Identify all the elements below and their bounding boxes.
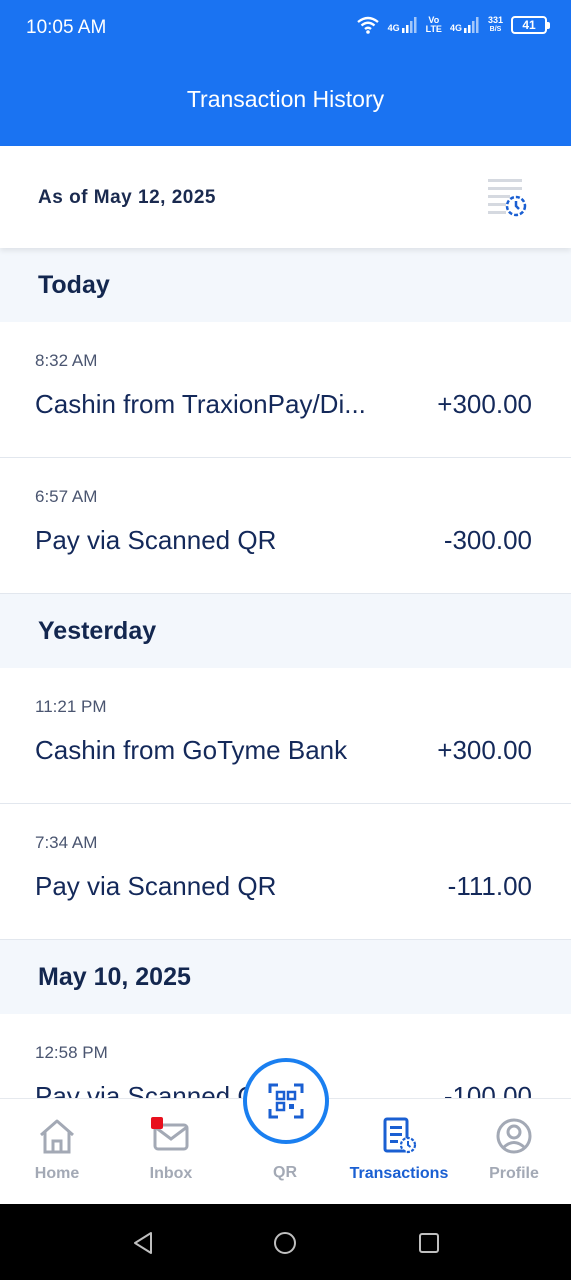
notification-badge <box>151 1117 163 1129</box>
status-icons: 4G Vo LTE 4G 331 B/S 41 <box>356 15 550 35</box>
transaction-amount: -300.00 <box>443 525 532 555</box>
volte-indicator: Vo LTE <box>426 16 442 34</box>
transaction-row[interactable]: 8:32 AM Cashin from TraxionPay/Di... +30… <box>0 322 571 458</box>
transaction-row[interactable]: 11:21 PM Cashin from GoTyme Bank +300.00 <box>0 668 571 804</box>
signal-2: 4G <box>450 17 480 33</box>
section-header: Yesterday <box>0 594 571 668</box>
transaction-row[interactable]: 7:34 AM Pay via Scanned QR -111.00 <box>0 804 571 940</box>
transaction-description: Pay via Scanned QR <box>35 525 277 555</box>
transaction-list[interactable]: Today 8:32 AM Cashin from TraxionPay/Di.… <box>0 248 571 1098</box>
back-icon[interactable] <box>131 1231 155 1255</box>
page-title: Transaction History <box>186 86 385 112</box>
home-icon <box>40 1119 74 1154</box>
signal-1: 4G <box>388 17 418 33</box>
transaction-row[interactable]: 6:57 AM Pay via Scanned QR -300.00 <box>0 458 571 594</box>
qr-scan-icon <box>268 1083 304 1119</box>
qr-scan-button[interactable] <box>243 1058 329 1144</box>
system-nav-bar <box>0 1204 571 1280</box>
speed-unit: B/S <box>489 26 502 33</box>
status-bar: 10:05 AM 4G Vo LTE 4G 331 B/S 41 <box>0 0 571 58</box>
transaction-amount: +300.00 <box>437 735 532 765</box>
recents-icon[interactable] <box>417 1231 441 1255</box>
transaction-time: 7:34 AM <box>35 833 98 852</box>
network-type-1: 4G <box>387 23 400 33</box>
transaction-description: Cashin from GoTyme Bank <box>35 735 348 765</box>
signal-bars-icon <box>463 17 479 33</box>
transactions-icon <box>383 1117 417 1154</box>
as-of-bar: As of May 12, 2025 <box>0 146 571 248</box>
nav-transactions[interactable]: Transactions <box>342 1099 456 1205</box>
inbox-icon <box>151 1117 189 1151</box>
as-of-date: As of May 12, 2025 <box>38 187 216 208</box>
profile-icon <box>496 1118 532 1154</box>
battery-icon: 41 <box>511 16 550 34</box>
section-header: May 10, 2025 <box>0 940 571 1014</box>
transaction-amount: -111.00 <box>447 871 532 901</box>
transaction-time: 6:57 AM <box>35 487 98 506</box>
wifi-icon <box>356 16 379 34</box>
transaction-time: 8:32 AM <box>35 351 98 370</box>
transaction-description: Pay via Scanned QR <box>35 871 277 901</box>
nav-transactions-label: Transactions <box>349 1165 449 1182</box>
nav-profile[interactable]: Profile <box>457 1099 571 1205</box>
transaction-amount: +300.00 <box>437 389 532 419</box>
history-filter-icon[interactable] <box>484 177 530 219</box>
nav-inbox-label: Inbox <box>149 1165 193 1182</box>
app-bar: 10:05 AM 4G Vo LTE 4G 331 B/S 41 Transac… <box>0 0 571 146</box>
transaction-time: 12:58 PM <box>35 1043 108 1062</box>
transaction-description: Cashin from TraxionPay/Di... <box>35 389 366 419</box>
signal-bars-icon <box>401 17 417 33</box>
transaction-amount: -100.00 <box>443 1081 532 1098</box>
section-header: Today <box>0 248 571 322</box>
battery-level: 41 <box>522 18 536 32</box>
nav-home[interactable]: Home <box>0 1099 114 1205</box>
nav-home-label: Home <box>34 1165 80 1182</box>
network-type-2: 4G <box>449 23 462 33</box>
net-speed: 331 B/S <box>488 16 503 34</box>
status-time: 10:05 AM <box>26 17 107 38</box>
nav-inbox[interactable]: Inbox <box>114 1099 228 1205</box>
speed-value: 331 <box>487 15 503 25</box>
nav-qr-label: QR <box>273 1164 297 1181</box>
volte-bottom: LTE <box>425 24 442 34</box>
nav-profile-label: Profile <box>489 1165 539 1182</box>
transaction-description: Pay via Scanned QR <box>35 1081 277 1098</box>
home-circle-icon[interactable] <box>273 1231 297 1255</box>
transaction-time: 11:21 PM <box>35 697 107 716</box>
